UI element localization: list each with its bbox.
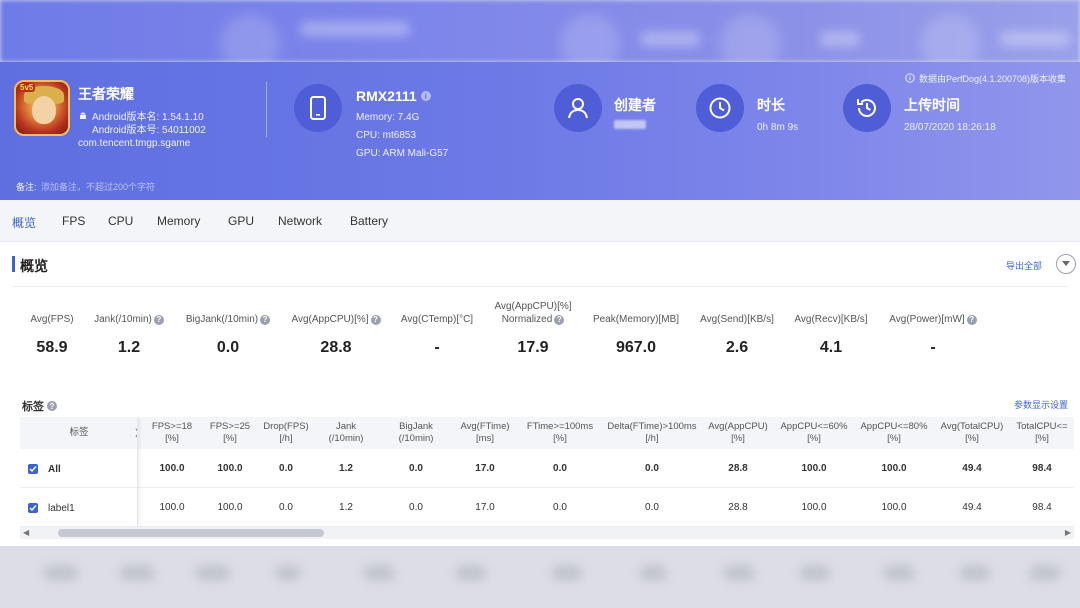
table-header-cell: Avg(TotalCPU) [%] <box>940 421 1004 444</box>
remark-input[interactable]: 添加备注，不超过200个字符 <box>41 182 155 192</box>
tab-gpu[interactable]: GPU <box>228 214 254 228</box>
duration-title: 时长 <box>757 97 785 113</box>
clock-icon <box>696 84 744 132</box>
upload-title: 上传时间 <box>904 97 960 113</box>
table-header-cell: FTime>=100ms [%] <box>526 421 594 444</box>
blurred-bottom-bar <box>0 546 1080 608</box>
app-package: com.tencent.tmgp.sgame <box>78 138 191 149</box>
device-memory: Memory: 7.4G <box>356 112 420 123</box>
check-icon <box>29 466 37 473</box>
duration-value: 0h 8m 9s <box>757 122 799 133</box>
tab-battery[interactable]: Battery <box>350 214 388 228</box>
android-icon <box>80 112 86 119</box>
history-icon <box>843 84 891 132</box>
scroll-left-arrow-icon[interactable]: ◀ <box>23 527 29 539</box>
tab-bar: 概览 FPS CPU Memory GPU Network Battery <box>0 200 1080 242</box>
fixed-label-column: All label1 <box>20 417 138 527</box>
row-label-label1: label1 <box>48 503 75 514</box>
row-label-all: All <box>48 464 61 475</box>
table-row[interactable]: 100.0 100.0 0.0 1.2 0.0 17.0 0.0 0.0 28.… <box>20 488 1074 527</box>
creator-value <box>614 120 646 132</box>
export-all-link[interactable]: 导出全部 <box>1006 259 1042 272</box>
table-header-cell: Avg(FTime) [ms] <box>460 421 510 444</box>
table-header-cell: BigJank (/10min) <box>398 421 434 444</box>
table-header-cell: FPS>=18 [%] <box>151 421 193 444</box>
help-icon[interactable]: ? <box>260 314 271 325</box>
tab-network[interactable]: Network <box>278 214 322 228</box>
source-note: 数据由PerfDog(4.1.200708)版本收集 <box>905 72 1066 85</box>
table-header-cell: FPS>=25 [%] <box>209 421 251 444</box>
horizontal-scrollbar[interactable]: ◀ ▶ <box>20 527 1074 539</box>
table-header-cell: Avg(AppCPU) [%] <box>708 421 768 444</box>
tab-fps[interactable]: FPS <box>62 214 85 228</box>
device-info-icon[interactable]: i <box>420 91 431 101</box>
app-name: 王者荣耀 <box>78 86 134 102</box>
tab-memory[interactable]: Memory <box>157 214 200 228</box>
scroll-right-arrow-icon[interactable]: ▶ <box>1065 527 1071 539</box>
table-header-cell: Drop(FPS) [/h] <box>263 421 309 444</box>
user-icon <box>554 84 602 132</box>
row-checkbox-label1[interactable] <box>28 503 38 513</box>
tab-cpu[interactable]: CPU <box>108 214 133 228</box>
upload-value: 28/07/2020 18:26:18 <box>904 122 996 133</box>
column-settings-link[interactable]: 参数显示设置 <box>1014 398 1068 411</box>
app-icon: 5v5 <box>14 80 70 136</box>
help-icon[interactable]: ? <box>47 401 57 411</box>
device-model: RMX2111 i <box>356 88 431 104</box>
check-icon <box>29 505 37 512</box>
section-title: 概览 <box>20 258 48 274</box>
remark-row: 备注: 添加备注，不超过200个字符 <box>16 182 156 192</box>
tab-overview[interactable]: 概览 <box>12 214 36 231</box>
scroll-thumb[interactable] <box>58 529 324 537</box>
table-header-cell: Jank (/10min) <box>328 421 364 444</box>
device-gpu: GPU: ARM Mali-G57 <box>356 148 449 159</box>
help-icon[interactable]: ? <box>153 314 164 325</box>
labels-table: 标签 ) FPS>=18 [%] FPS>=25 [%] Drop(FPS) [/h]… <box>20 417 1074 527</box>
section-accent-bar <box>12 256 15 272</box>
collapse-button[interactable] <box>1056 254 1076 274</box>
table-header-cell: Delta(FTime)>100ms [/h] <box>607 421 697 444</box>
divider <box>12 286 1068 287</box>
help-icon[interactable]: ? <box>370 314 381 325</box>
table-header-cell: AppCPU<=60% [%] <box>780 421 848 444</box>
divider <box>266 82 267 137</box>
overview-panel: 概览 导出全部 Avg(FPS) 58.9 Jank(/10min)? 1.2 … <box>0 242 1080 546</box>
creator-title: 创建者 <box>614 97 656 113</box>
report-header: 数据由PerfDog(4.1.200708)版本收集 5v5 王者荣耀 Andr… <box>0 62 1080 200</box>
help-icon[interactable]: ? <box>554 314 565 325</box>
table-header-cell: AppCPU<=80% [%] <box>860 421 928 444</box>
chevron-down-icon <box>1062 261 1070 266</box>
row-checkbox-all[interactable] <box>28 464 38 474</box>
phone-icon <box>294 84 342 132</box>
help-icon[interactable]: ? <box>966 314 977 325</box>
table-row[interactable]: 100.0 100.0 0.0 1.2 0.0 17.0 0.0 0.0 28.… <box>20 449 1074 488</box>
table-header: 标签 ) FPS>=18 [%] FPS>=25 [%] Drop(FPS) [/h]… <box>20 417 1074 449</box>
info-icon <box>905 72 915 85</box>
app-version-code: Android版本号: 54011002 <box>92 125 206 136</box>
labels-title: 标签 ? <box>22 398 57 414</box>
table-header-cell: TotalCPU<= [%] <box>1016 421 1068 444</box>
device-cpu: CPU: mt6853 <box>356 130 417 141</box>
blurred-top-bar <box>0 0 1080 62</box>
